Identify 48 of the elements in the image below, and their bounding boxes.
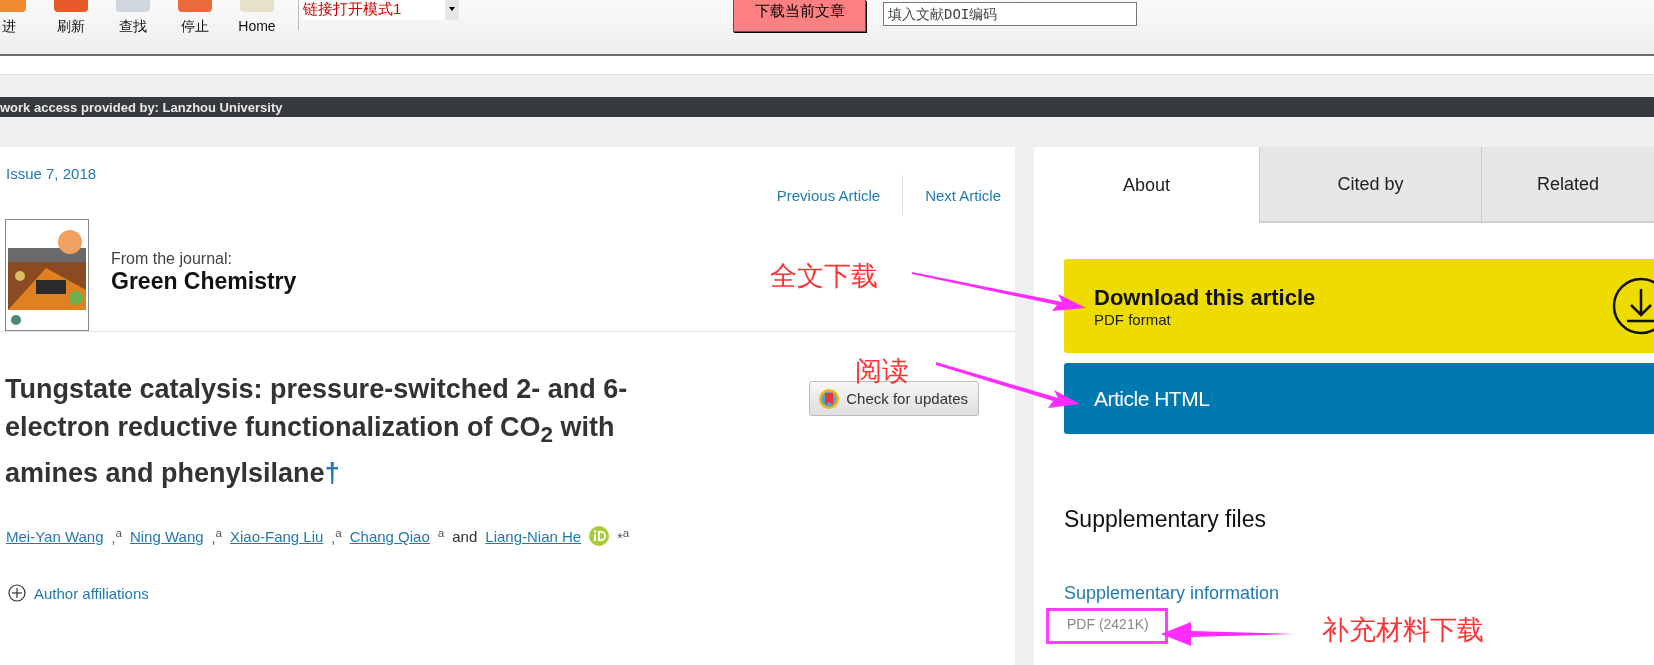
journal-name: Green Chemistry	[111, 267, 297, 295]
author-link[interactable]: Mei-Yan Wang	[6, 527, 104, 545]
toolbar-icon	[116, 0, 150, 12]
affiliation-mark: *$^{a}$	[617, 526, 630, 547]
toolbar-button[interactable]: 刷新	[40, 0, 102, 36]
bookmark-badge-icon	[818, 387, 841, 410]
mode-select[interactable]: 链接打开模式1	[303, 0, 459, 20]
toolbar-button[interactable]: 停止	[164, 0, 226, 36]
article-nav-link[interactable]: Next Article	[925, 186, 1001, 204]
affiliation-mark: ,$^{a}$	[331, 526, 342, 547]
affiliation-mark: a	[437, 526, 445, 542]
toolbar-icon	[178, 0, 212, 12]
download-article-button[interactable]: Download this article PDF format	[1064, 259, 1654, 353]
toolbar-button[interactable]: Home	[226, 0, 288, 34]
toolbar-icon	[0, 0, 26, 12]
access-notice: work access provided by: Lanzhou University	[0, 99, 283, 115]
toolbar-button[interactable]: 进	[0, 0, 40, 36]
affiliation-mark: ,$^{a}$	[211, 526, 222, 547]
article-html-button[interactable]: Article HTML	[1064, 363, 1654, 434]
sidebar-tab[interactable]: Related	[1481, 147, 1654, 223]
download-icon	[1612, 277, 1654, 335]
author-link[interactable]: Xiao-Fang Liu	[229, 527, 324, 545]
file-link[interactable]: PDF (2421K)	[1067, 616, 1149, 632]
download-button[interactable]: 下载当前文章	[733, 0, 866, 32]
toolbar-icon	[240, 0, 274, 12]
article-nav-link[interactable]: Previous Article	[776, 186, 881, 204]
annotation-label: 全文下载	[770, 260, 878, 293]
orcid-icon[interactable]	[589, 526, 610, 547]
doi-field[interactable]: 填入文献DOI编码	[883, 2, 1137, 26]
author-link[interactable]: Liang-Nian He	[485, 527, 582, 545]
toolbar-icon	[54, 0, 88, 12]
author-link[interactable]: Ning Wang	[129, 527, 204, 545]
affiliation-mark: ,$^{a}$	[111, 526, 122, 547]
conjunction: and	[452, 527, 478, 545]
plus-circle-icon[interactable]	[8, 584, 26, 603]
journal-caption: From the journal:	[111, 249, 233, 268]
affiliations-link[interactable]: Author affiliations	[34, 584, 149, 602]
caret-icon	[449, 7, 455, 11]
toolbar-button[interactable]: 查找	[102, 0, 164, 36]
section-heading: Supplementary files	[1064, 506, 1267, 533]
issue-link[interactable]: Issue 7, 2018	[6, 165, 97, 215]
address-strip[interactable]	[0, 56, 1654, 75]
sidebar-tab[interactable]: Cited by	[1259, 147, 1481, 223]
supplementary-link[interactable]: Supplementary information	[1064, 583, 1654, 604]
annotation-label: 补充材料下载	[1322, 614, 1484, 647]
article-title: Tungstate catalysis: pressure-switched 2- and 6-electron reductive functionalization of CO$_{2}$ with amines and phenylsilane†	[5, 373, 629, 491]
author-link[interactable]: Chang Qiao	[349, 527, 430, 545]
footnote-link[interactable]: †	[324, 458, 340, 489]
